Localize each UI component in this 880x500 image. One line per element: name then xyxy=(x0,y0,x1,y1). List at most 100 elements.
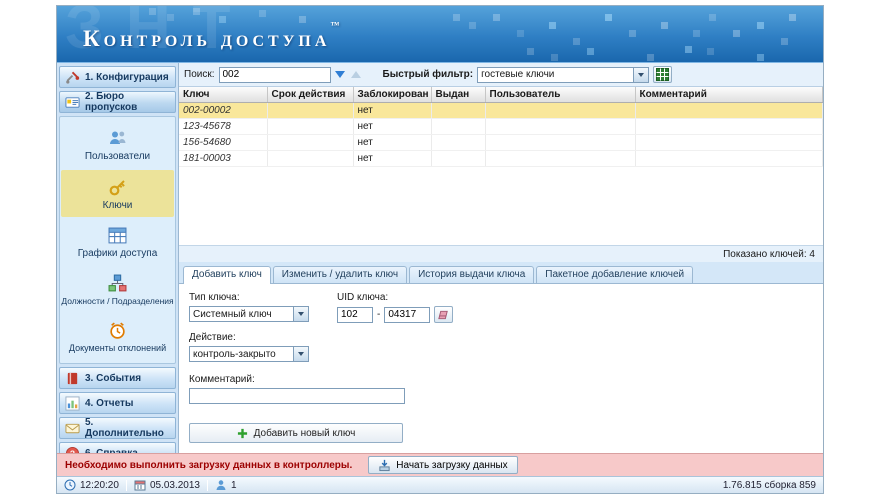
clock-icon xyxy=(64,479,76,491)
sidebar-item-deviation-documents[interactable]: Документы отклонений xyxy=(61,314,174,359)
schedule-grid-icon xyxy=(108,226,127,245)
clear-uid-button[interactable] xyxy=(434,306,453,323)
uid-prefix-input[interactable] xyxy=(337,307,373,323)
sidebar-item-reports[interactable]: 4. Отчеты xyxy=(59,392,176,414)
cell-issued xyxy=(431,135,485,151)
search-input[interactable] xyxy=(219,67,331,83)
alarm-clock-icon xyxy=(108,321,127,340)
uid-group: UID ключа: - xyxy=(337,292,453,323)
table-row[interactable]: 002-00002 нет xyxy=(179,103,823,119)
users-online-indicator: 1 xyxy=(215,479,237,491)
key-type-group: Тип ключа: Системный ключ xyxy=(189,292,309,323)
uid-label: UID ключа: xyxy=(337,292,453,303)
content-area: Поиск: Быстрый фильтр: гостевые ключи xyxy=(179,63,823,453)
cell-issued xyxy=(431,119,485,135)
sidebar-item-configuration[interactable]: 1. Конфигурация xyxy=(59,66,176,88)
cell-key: 181-00003 xyxy=(179,151,267,167)
column-header-blocked[interactable]: Заблокирован xyxy=(353,87,431,103)
column-header-issued[interactable]: Выдан xyxy=(431,87,485,103)
action-value: контроль-закрыто xyxy=(193,349,276,360)
quick-filter-select[interactable]: гостевые ключи xyxy=(477,67,649,83)
column-header-user[interactable]: Пользователь xyxy=(485,87,635,103)
header-mosaic-decoration xyxy=(527,48,534,55)
sidebar-item-events[interactable]: 3. События xyxy=(59,367,176,389)
table-row[interactable]: 156-54680 нет xyxy=(179,135,823,151)
add-new-key-button[interactable]: Добавить новый ключ xyxy=(189,423,403,443)
sidebar: 1. Конфигурация 2. Бюро пропусков Пользо… xyxy=(57,63,179,453)
chevron-down-icon xyxy=(293,347,308,361)
uid-separator: - xyxy=(377,309,380,320)
upload-icon xyxy=(378,459,391,472)
start-data-upload-button[interactable]: Начать загрузку данных xyxy=(368,456,517,474)
search-label: Поиск: xyxy=(184,69,215,80)
cell-comment xyxy=(635,119,823,135)
column-header-comment[interactable]: Комментарий xyxy=(635,87,823,103)
sidebar-item-keys[interactable]: Ключи xyxy=(61,170,174,217)
users-online-value: 1 xyxy=(231,480,237,491)
cell-comment xyxy=(635,151,823,167)
chevron-down-icon xyxy=(633,68,648,82)
tab-edit-delete-key[interactable]: Изменить / удалить ключ xyxy=(273,266,407,283)
uid-number-input[interactable] xyxy=(384,307,430,323)
cell-comment xyxy=(635,103,823,119)
envelope-icon xyxy=(65,421,80,436)
column-header-term[interactable]: Срок действия xyxy=(267,87,353,103)
sort-descending-icon[interactable] xyxy=(335,71,345,78)
tools-icon xyxy=(65,70,80,85)
export-excel-button[interactable] xyxy=(653,66,672,83)
org-chart-icon xyxy=(108,274,127,293)
action-label: Действие: xyxy=(189,332,813,343)
status-bar: 12:20:20 05.03.2013 1 1.76.815 сборка 85… xyxy=(57,476,823,493)
action-select[interactable]: контроль-закрыто xyxy=(189,346,309,362)
cell-term xyxy=(267,151,353,167)
cell-issued xyxy=(431,103,485,119)
header-mosaic-decoration xyxy=(149,8,156,15)
action-group: Действие: контроль-закрыто xyxy=(189,332,813,362)
cell-blocked: нет xyxy=(353,135,431,151)
table-row[interactable]: 181-00003 нет xyxy=(179,151,823,167)
bar-chart-icon xyxy=(65,396,80,411)
cell-comment xyxy=(635,135,823,151)
cell-blocked: нет xyxy=(353,119,431,135)
cell-key: 002-00002 xyxy=(179,103,267,119)
sidebar-item-positions-departments[interactable]: Должности / Подразделения xyxy=(61,267,174,312)
sub-item-label: Должности / Подразделения xyxy=(61,296,173,306)
add-key-form: Тип ключа: Системный ключ UID ключа: - xyxy=(179,284,823,453)
warning-bar: Необходимо выполнить загрузку данных в к… xyxy=(57,453,823,476)
tab-add-key[interactable]: Добавить ключ xyxy=(183,266,271,284)
comment-input[interactable] xyxy=(189,388,405,404)
header-mosaic-decoration xyxy=(453,14,460,21)
sidebar-item-users[interactable]: Пользователи xyxy=(61,121,174,168)
add-new-key-label: Добавить новый ключ xyxy=(254,428,356,439)
sidebar-item-access-schedules[interactable]: Графики доступа xyxy=(61,219,174,265)
sort-ascending-icon[interactable] xyxy=(351,71,361,78)
keys-table-area: Ключ Срок действия Заблокирован Выдан По… xyxy=(179,87,823,245)
key-type-select[interactable]: Системный ключ xyxy=(189,306,309,322)
statusbar-separator xyxy=(126,480,127,491)
sidebar-item-label: 1. Конфигурация xyxy=(85,72,169,83)
key-type-label: Тип ключа: xyxy=(189,292,309,303)
keys-table: Ключ Срок действия Заблокирован Выдан По… xyxy=(179,87,823,167)
tab-batch-add-keys[interactable]: Пакетное добавление ключей xyxy=(536,266,693,283)
sidebar-item-pass-office[interactable]: 2. Бюро пропусков xyxy=(59,91,176,113)
cell-term xyxy=(267,135,353,151)
cell-user xyxy=(485,103,635,119)
version-text: 1.76.815 сборка 859 xyxy=(723,480,816,491)
sidebar-item-additional[interactable]: 5. Дополнительно xyxy=(59,417,176,439)
calendar-icon xyxy=(134,479,146,491)
cell-user xyxy=(485,119,635,135)
key-icon xyxy=(108,177,128,197)
excel-export-icon xyxy=(656,68,669,81)
key-type-value: Системный ключ xyxy=(193,309,272,320)
pass-office-subpanel: Пользователи Ключи Графики доступа Должн… xyxy=(59,116,176,364)
quick-filter-value: гостевые ключи xyxy=(481,69,554,80)
sidebar-item-label: 5. Дополнительно xyxy=(85,417,170,439)
book-icon xyxy=(65,371,80,386)
tab-key-issue-history[interactable]: История выдачи ключа xyxy=(409,266,534,283)
user-icon xyxy=(215,479,227,491)
quick-filter-label: Быстрый фильтр: xyxy=(383,69,474,80)
column-header-key[interactable]: Ключ xyxy=(179,87,267,103)
start-data-upload-label: Начать загрузку данных xyxy=(396,460,507,471)
date-indicator: 05.03.2013 xyxy=(134,479,200,491)
table-row[interactable]: 123-45678 нет xyxy=(179,119,823,135)
